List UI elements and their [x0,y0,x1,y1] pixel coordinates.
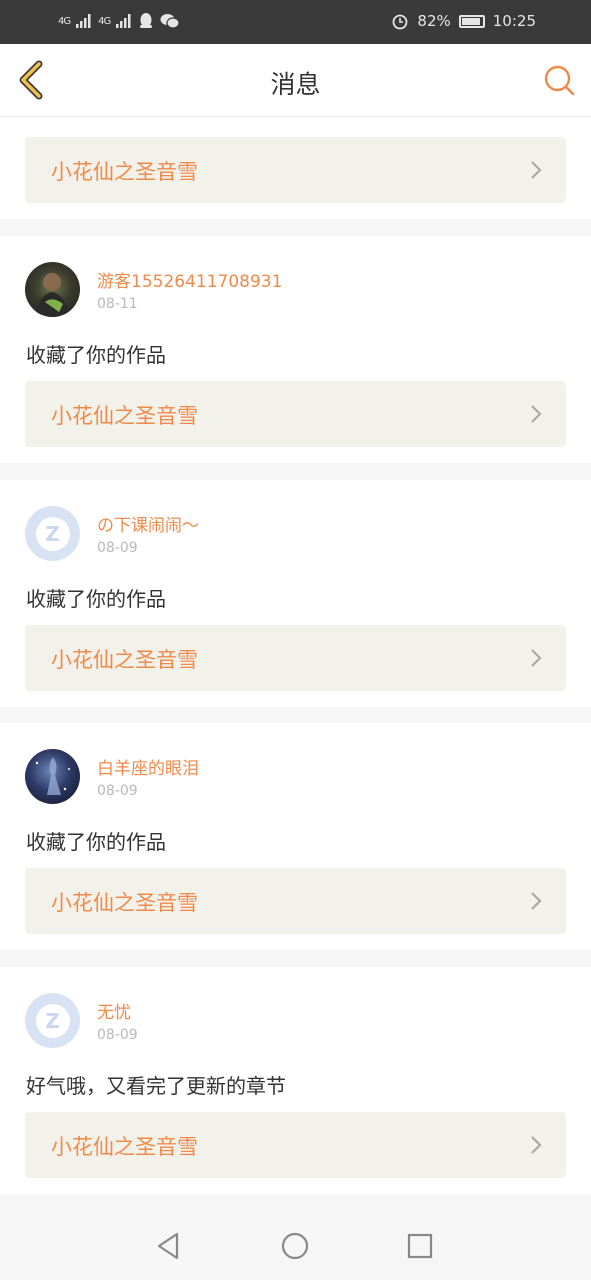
work-link-card[interactable]: 小花仙之圣音雪 [25,625,566,691]
status-left: 4G 4G [58,12,180,30]
message-card: Z の下课闹闹～ 08-09 收藏了你的作品 小花仙之圣音雪 [0,480,591,707]
work-title: 小花仙之圣音雪 [51,648,198,672]
qq-penguin-icon [140,13,153,28]
message-card: 游客15526411708931 08-11 收藏了你的作品 小花仙之圣音雪 [0,236,591,463]
status-bar: 4G 4G 82% 10:25 [0,0,591,44]
message-date: 08-09 [97,540,138,556]
message-text: 收藏了你的作品 [26,343,166,367]
home-circle-icon[interactable] [279,1230,311,1262]
signal-bars-icon [76,14,91,28]
work-title: 小花仙之圣音雪 [51,160,198,184]
battery-icon [458,14,485,28]
message-text: 好气哦，又看完了更新的章节 [26,1074,286,1098]
status-right: 82% 10:25 [391,12,536,30]
chevron-right-icon [531,649,542,667]
work-title: 小花仙之圣音雪 [51,1135,198,1159]
message-text: 收藏了你的作品 [26,587,166,611]
work-link-card[interactable]: 小花仙之圣音雪 [25,868,566,934]
username[interactable]: の下课闹闹～ [97,511,199,536]
message-date: 08-09 [97,783,138,799]
signal-label-2: 4G [98,15,111,27]
username[interactable]: 白羊座的眼泪 [97,754,199,779]
chevron-right-icon [531,892,542,910]
avatar[interactable]: Z [25,993,80,1048]
message-date: 08-09 [97,1027,138,1043]
battery-percent: 82% [417,12,451,30]
clock-time: 10:25 [492,12,536,30]
avatar[interactable]: Z [25,506,80,561]
message-card: Z 无忧 08-09 好气哦，又看完了更新的章节 小花仙之圣音雪 [0,967,591,1194]
avatar-photo-image [35,273,70,317]
app-header: 消息 [0,44,591,117]
username[interactable]: 无忧 [97,998,131,1023]
message-date: 08-11 [97,296,138,312]
work-link-card[interactable]: 小花仙之圣音雪 [25,137,566,203]
message-text: 收藏了你的作品 [26,830,166,854]
wechat-icon [160,14,180,29]
chevron-right-icon [531,161,542,179]
system-nav-bar [0,1212,591,1280]
avatar[interactable] [25,749,80,804]
chevron-right-icon [531,1136,542,1154]
search-icon[interactable] [543,64,575,96]
recents-square-icon[interactable] [404,1230,436,1262]
chevron-right-icon [531,405,542,423]
avatar[interactable] [25,262,80,317]
work-title: 小花仙之圣音雪 [51,404,198,428]
signal-bars-icon [116,14,131,28]
work-link-card[interactable]: 小花仙之圣音雪 [25,381,566,447]
work-title: 小花仙之圣音雪 [51,891,198,915]
default-avatar-icon: Z [35,516,70,551]
avatar-photo-image [35,757,70,795]
signal-label-1: 4G [58,15,71,27]
work-link-card[interactable]: 小花仙之圣音雪 [25,1112,566,1178]
battery-fill [461,17,480,25]
message-card: 小花仙之圣音雪 [0,117,591,219]
back-triangle-icon[interactable] [153,1230,185,1262]
username[interactable]: 游客15526411708931 [97,267,282,292]
message-list[interactable]: 小花仙之圣音雪 游客15526411708931 08-11 收藏了你的作品 小… [0,117,591,1212]
alarm-clock-icon [393,14,408,30]
default-avatar-icon: Z [35,1003,70,1038]
page-title: 消息 [270,70,321,99]
message-card: 白羊座的眼泪 08-09 收藏了你的作品 小花仙之圣音雪 [0,723,591,950]
